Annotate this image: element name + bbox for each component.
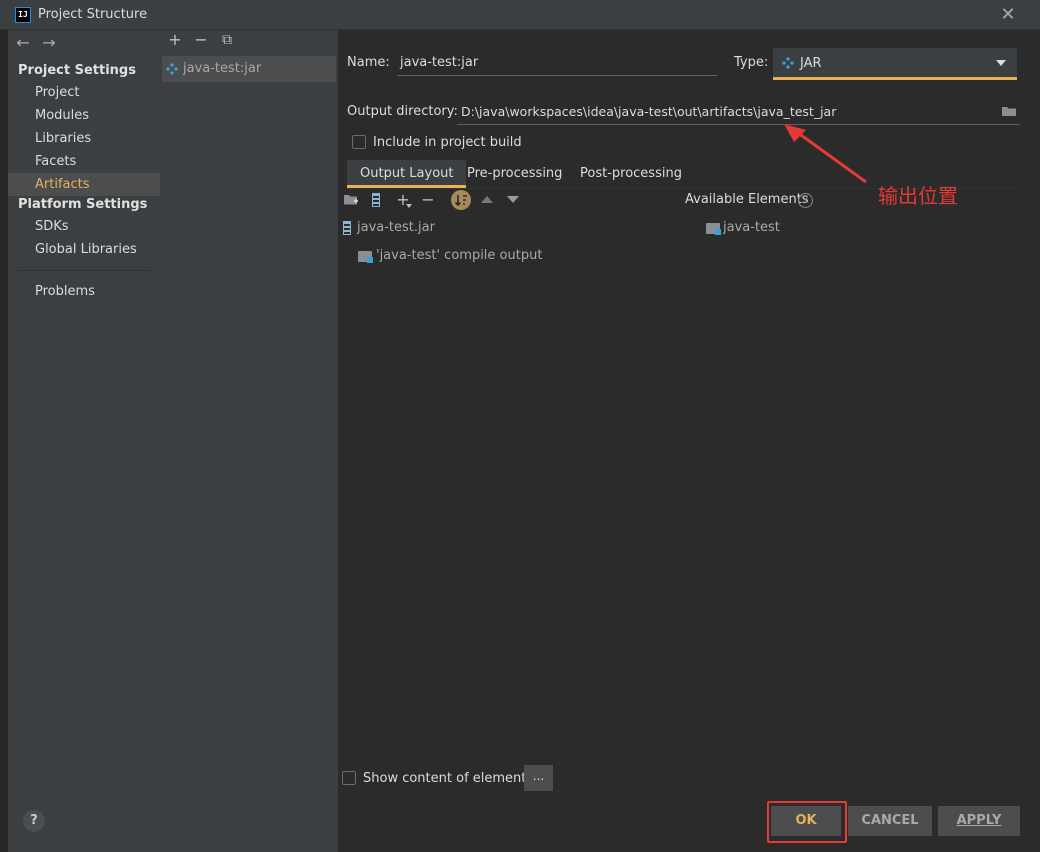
sidebar-item-artifacts[interactable]: Artifacts — [8, 173, 160, 196]
sidebar-item-sdks[interactable]: SDKs — [8, 215, 160, 238]
sidebar-item-facets[interactable]: Facets — [8, 150, 160, 173]
type-dropdown-value: JAR — [800, 56, 822, 71]
sidebar-divider — [18, 270, 150, 271]
show-content-options-button[interactable]: ... — [524, 765, 553, 791]
artifact-list-item-label: java-test:jar — [183, 61, 262, 76]
sidebar-item-problems[interactable]: Problems — [8, 280, 160, 303]
type-label: Type: — [734, 55, 769, 70]
module-output-badge-icon — [367, 257, 373, 263]
name-input[interactable]: java-test:jar — [400, 55, 478, 70]
create-archive-icon[interactable] — [372, 193, 380, 207]
apply-button[interactable]: APPLY — [938, 806, 1020, 836]
output-directory-underline — [457, 124, 1020, 125]
add-artifact-button[interactable]: + — [166, 31, 184, 49]
create-directory-icon[interactable] — [343, 193, 359, 207]
available-element-item[interactable]: java-test — [723, 220, 780, 235]
close-window-button[interactable]: ✕ — [998, 5, 1018, 25]
section-title-platform-settings: Platform Settings — [18, 197, 148, 212]
output-tree-root[interactable]: java-test.jar — [357, 220, 435, 235]
remove-artifact-button[interactable]: − — [192, 31, 210, 49]
jar-archive-icon — [343, 221, 351, 235]
window-title: Project Structure — [38, 7, 148, 22]
output-directory-input[interactable]: D:\java\workspaces\idea\java-test\out\ar… — [461, 104, 836, 119]
title-bar — [0, 0, 1040, 30]
forward-arrow-icon[interactable]: → — [40, 34, 58, 52]
back-arrow-icon[interactable]: ← — [14, 34, 32, 52]
intellij-app-icon: IJ — [15, 7, 31, 23]
cancel-button[interactable]: CANCEL — [848, 806, 932, 836]
jar-type-icon — [782, 57, 794, 69]
ok-highlight-box — [767, 801, 847, 843]
move-down-icon[interactable] — [507, 196, 519, 203]
include-in-build-label: Include in project build — [373, 135, 522, 150]
tab-pre-processing[interactable]: Pre-processing — [454, 160, 575, 188]
add-dropdown-chevron-icon[interactable] — [406, 204, 412, 208]
include-in-build-checkbox[interactable] — [352, 135, 366, 149]
available-elements-title: Available Elements — [685, 192, 809, 207]
sort-elements-icon[interactable] — [451, 190, 471, 210]
tab-output-layout[interactable]: Output Layout — [347, 160, 467, 188]
folder-browse-icon[interactable] — [1001, 105, 1017, 117]
available-elements-help-icon[interactable]: ? — [798, 193, 813, 208]
sidebar-item-libraries[interactable]: Libraries — [8, 127, 160, 150]
move-up-icon[interactable] — [481, 196, 493, 203]
copy-artifact-button[interactable]: ⧉ — [218, 31, 236, 49]
name-input-underline — [397, 75, 717, 76]
section-title-project-settings: Project Settings — [18, 63, 136, 78]
chevron-down-icon[interactable] — [996, 60, 1006, 66]
show-content-label: Show content of elements — [363, 771, 534, 786]
remove-element-button[interactable]: − — [419, 191, 437, 209]
output-tree-child[interactable]: 'java-test' compile output — [376, 248, 542, 263]
sidebar-item-project[interactable]: Project — [8, 81, 160, 104]
window-left-edge — [0, 30, 8, 852]
module-badge-icon — [715, 229, 721, 235]
name-label: Name: — [347, 55, 390, 70]
tab-post-processing[interactable]: Post-processing — [567, 160, 695, 188]
annotation-text: 输出位置 — [878, 184, 958, 208]
sidebar-item-modules[interactable]: Modules — [8, 104, 160, 127]
output-directory-label: Output directory: — [347, 104, 458, 119]
sidebar-item-global-libraries[interactable]: Global Libraries — [8, 238, 160, 261]
red-annotation-arrow-icon — [784, 124, 867, 184]
jar-artifact-icon — [166, 63, 178, 75]
show-content-checkbox[interactable] — [342, 771, 356, 785]
help-button[interactable]: ? — [23, 810, 45, 832]
artifact-list-panel — [160, 30, 338, 852]
